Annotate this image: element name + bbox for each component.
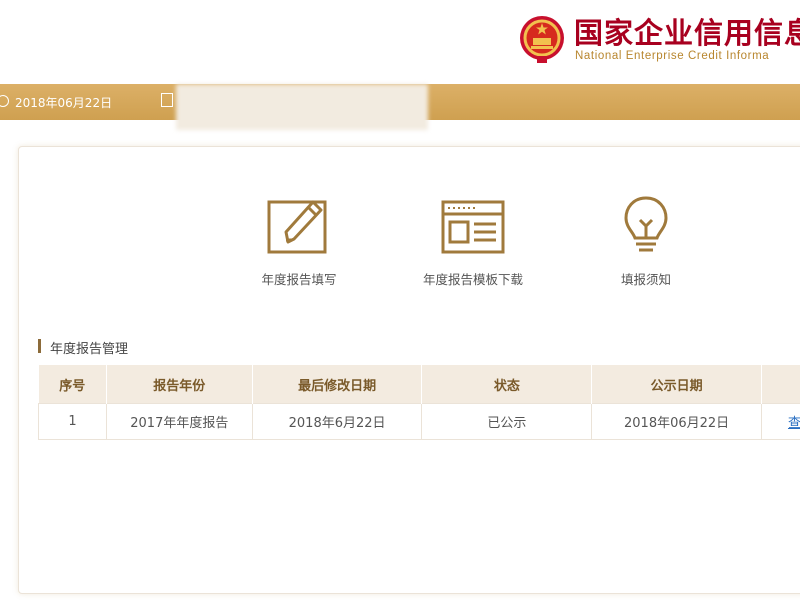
col-header-last-modified: 最后修改日期: [252, 365, 423, 404]
national-emblem-icon: [520, 16, 564, 63]
download-template-button[interactable]: 年度报告模板下载: [393, 194, 553, 288]
filing-notice-button[interactable]: 填报须知: [566, 194, 726, 288]
col-header-status: 状态: [421, 365, 593, 404]
cell-last-modified: 2018年6月22日: [251, 403, 423, 440]
template-icon: [441, 200, 505, 254]
cell-publish-date: 2018年06月22日: [591, 403, 762, 440]
company-name-redacted: [176, 84, 428, 130]
section-title: 年度报告管理: [50, 342, 129, 357]
cell-action: 查看: [760, 403, 800, 440]
col-header-action: [761, 365, 800, 404]
lightbulb-icon: [624, 196, 668, 252]
section-marker: [38, 339, 41, 353]
col-header-report-year: 报告年份: [106, 365, 253, 404]
cell-status: 已公示: [421, 403, 593, 440]
view-report-link[interactable]: 查看: [788, 416, 800, 431]
table-row: 1 2017年年度报告 2018年6月22日 已公示 2018年06月22日 查…: [38, 403, 800, 440]
site-subtitle: National Enterprise Credit Informa: [575, 50, 770, 62]
company-icon: [161, 93, 173, 107]
col-header-index: 序号: [38, 365, 107, 404]
cell-report-year: 2017年年度报告: [105, 403, 253, 440]
current-date: 2018年06月22日: [15, 96, 113, 110]
fill-annual-report-label: 年度报告填写: [261, 272, 337, 287]
filing-notice-label: 填报须知: [620, 272, 671, 287]
edit-icon: [267, 200, 327, 254]
cell-index: 1: [38, 403, 107, 440]
download-template-label: 年度报告模板下载: [422, 272, 523, 287]
annual-report-table: 序号 报告年份 最后修改日期 状态 公示日期 1 2017年年度报告 2018年…: [38, 365, 800, 440]
site-header: 国家企业信用信息 National Enterprise Credit Info…: [0, 0, 800, 84]
table-header-row: 序号 报告年份 最后修改日期 状态 公示日期: [38, 365, 800, 404]
fill-annual-report-button[interactable]: 年度报告填写: [219, 194, 379, 288]
col-header-publish-date: 公示日期: [591, 365, 762, 404]
site-title: 国家企业信用信息: [574, 16, 800, 50]
